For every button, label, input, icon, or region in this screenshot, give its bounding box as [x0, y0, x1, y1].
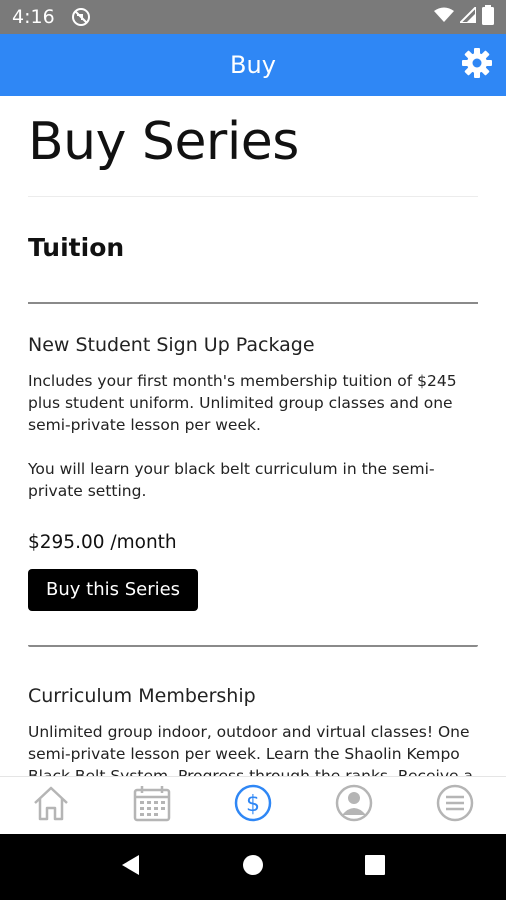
battery-icon — [482, 4, 494, 30]
calendar-icon — [132, 783, 172, 828]
series-price: $295.00 /month — [28, 532, 177, 553]
wifi-icon — [434, 7, 454, 28]
status-time: 4:16 — [12, 6, 55, 28]
dollar-icon: $ — [233, 783, 273, 828]
series-name: New Student Sign Up Package — [28, 334, 315, 356]
section-title: Tuition — [28, 233, 125, 262]
recents-square-icon — [364, 854, 386, 881]
app-bar-title: Buy — [230, 51, 276, 79]
recents-button[interactable] — [355, 847, 395, 887]
cast-off-icon — [71, 7, 91, 27]
series-description: Unlimited group indoor, outdoor and virt… — [28, 721, 478, 776]
series-name: Curriculum Membership — [28, 685, 256, 707]
signal-icon — [457, 4, 477, 28]
series-item: New Student Sign Up Package Includes you… — [28, 334, 478, 647]
back-button[interactable] — [111, 847, 151, 887]
gear-icon — [461, 47, 493, 84]
status-icons — [434, 4, 494, 30]
system-nav-bar — [0, 834, 506, 900]
nav-buy[interactable]: $ — [231, 784, 275, 828]
series-item: Curriculum Membership Unlimited group in… — [28, 685, 478, 776]
bottom-nav: $ — [0, 776, 506, 834]
series-description-paragraph: Includes your first month's membership t… — [28, 372, 457, 434]
nav-profile[interactable] — [332, 784, 376, 828]
nav-home[interactable] — [29, 784, 73, 828]
profile-icon — [334, 783, 374, 828]
menu-icon — [435, 783, 475, 828]
app-bar: Buy — [0, 34, 506, 96]
nav-schedule[interactable] — [130, 784, 174, 828]
series-description: Includes your first month's membership t… — [28, 370, 478, 502]
item-divider — [28, 645, 478, 647]
home-circle-icon — [241, 853, 265, 882]
section-divider — [28, 302, 478, 304]
content-scroll[interactable]: Buy Series Tuition New Student Sign Up P… — [0, 96, 506, 776]
home-icon — [31, 783, 71, 828]
title-divider — [28, 196, 478, 197]
home-button[interactable] — [233, 847, 273, 887]
buy-series-button[interactable]: Buy this Series — [28, 569, 199, 611]
svg-text:$: $ — [246, 792, 260, 817]
series-description-paragraph: Unlimited group indoor, outdoor and virt… — [28, 723, 473, 776]
back-triangle-icon — [119, 853, 143, 882]
settings-button[interactable] — [460, 47, 494, 84]
series-description-paragraph: You will learn your black belt curriculu… — [28, 460, 435, 500]
nav-menu[interactable] — [433, 784, 477, 828]
status-bar: 4:16 — [0, 0, 506, 34]
page-title: Buy Series — [28, 112, 299, 172]
